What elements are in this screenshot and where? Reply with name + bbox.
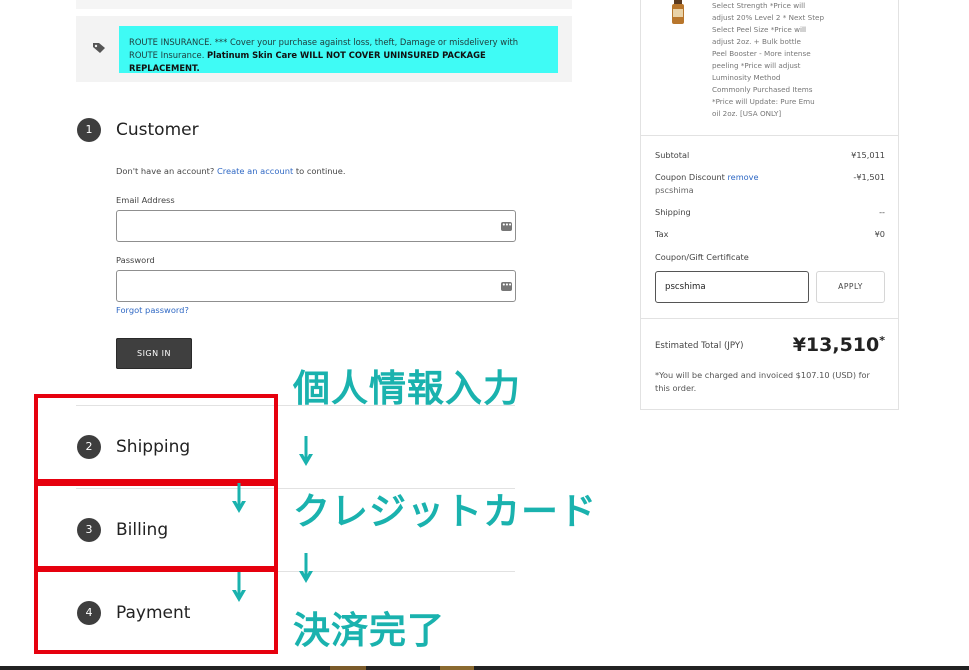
product-option-line: Select Strength *Price will (712, 1, 806, 10)
product-option-line: adjust 2oz. + Bulk bottle (712, 37, 801, 46)
password-manager-icon[interactable]: ••• (501, 282, 512, 291)
summary-divider (641, 318, 898, 319)
down-arrow-icon (299, 436, 313, 466)
forgot-password-link[interactable]: Forgot password? (116, 305, 189, 315)
tax-label: Tax (655, 229, 669, 239)
charge-note: *You will be charged and invoiced $107.1… (655, 369, 870, 395)
sign-in-button[interactable]: SIGN IN (116, 338, 192, 369)
product-option-line: *Price will Update: Pure Emu (712, 97, 815, 106)
product-option-line: oil 2oz. [USA ONLY] (712, 109, 782, 118)
shipping-label: Shipping (655, 207, 691, 217)
subtotal-label: Subtotal (655, 150, 690, 160)
product-option-line: Peel Booster - More intense (712, 49, 811, 58)
summary-divider (641, 135, 898, 136)
annotation-personal-info: 個人情報入力 (293, 367, 521, 410)
down-arrow-icon (232, 572, 246, 602)
route-insurance-notice: ROUTE INSURANCE. *** Cover your purchase… (119, 26, 558, 73)
bottom-strip-segment (440, 666, 474, 670)
product-option-line: Luminosity Method (712, 73, 781, 82)
coupon-code-input[interactable]: pscshima (655, 271, 809, 303)
estimated-total-value: ¥13,510 (792, 334, 880, 356)
estimated-total-label: Estimated Total (JPY) (655, 341, 744, 351)
no-account-text: Don't have an account? (116, 166, 217, 176)
coupon-remove-link[interactable]: remove (727, 172, 758, 182)
route-notice-plain: ROUTE Insurance. (129, 50, 208, 60)
subtotal-value: ¥15,011 (851, 150, 885, 160)
email-label: Email Address (116, 195, 175, 205)
coupon-label-text: Coupon Discount (655, 172, 728, 182)
route-notice-line2: ROUTE Insurance. Platinum Skin Care WILL… (129, 49, 548, 75)
gift-certificate-label: Coupon/Gift Certificate (655, 252, 749, 262)
tag-icon (93, 43, 105, 53)
password-label: Password (116, 255, 155, 265)
coupon-discount-label: Coupon Discount remove (655, 172, 759, 182)
continue-text: to continue. (293, 166, 346, 176)
account-prompt: Don't have an account? Create an account… (116, 166, 346, 176)
shipping-value: -- (879, 207, 885, 217)
coupon-code-text: pscshima (655, 185, 694, 195)
password-field[interactable]: ••• (116, 270, 516, 302)
route-notice-line1: ROUTE INSURANCE. *** Cover your purchase… (129, 37, 519, 47)
down-arrow-icon (299, 553, 313, 583)
estimated-total: ¥13,510* (780, 334, 885, 356)
charge-note-line2: this order. (655, 383, 697, 393)
highlight-box-shipping (34, 394, 278, 483)
previous-section-box (76, 0, 572, 9)
password-manager-icon[interactable]: ••• (501, 222, 512, 231)
step-number-customer: 1 (77, 118, 101, 142)
down-arrow-icon (232, 483, 246, 513)
bottom-strip-segment (330, 666, 366, 670)
total-asterisk: * (879, 334, 885, 347)
create-account-link[interactable]: Create an account (217, 166, 293, 176)
product-bottle-thumbnail (672, 0, 684, 24)
product-option-line: Select Peel Size *Price will (712, 25, 806, 34)
step-title-customer: Customer (116, 120, 199, 140)
annotation-payment-complete: 決済完了 (293, 609, 445, 652)
apply-coupon-button[interactable]: APPLY (816, 271, 885, 303)
product-option-line: adjust 20% Level 2 * Next Step (712, 13, 825, 22)
tax-value: ¥0 (874, 229, 885, 239)
coupon-discount-value: -¥1,501 (853, 172, 885, 182)
product-option-line: peeling *Price will adjust (712, 61, 801, 70)
charge-note-line1: *You will be charged and invoiced $107.1… (655, 370, 870, 380)
bottom-edge-strip (0, 666, 969, 670)
product-option-line: Commonly Purchased Items (712, 85, 813, 94)
email-field[interactable]: ••• (116, 210, 516, 242)
product-options: Select Strength *Price will adjust 20% L… (712, 0, 832, 120)
annotation-credit-card: クレジットカード (293, 490, 597, 533)
